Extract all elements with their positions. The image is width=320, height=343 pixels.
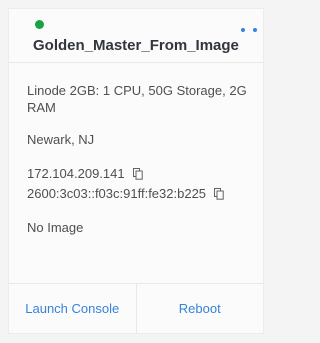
ipv4-row: 172.104.209.141 xyxy=(27,165,143,184)
copy-icon[interactable] xyxy=(132,167,143,184)
linode-title[interactable]: Golden_Master_From_Image xyxy=(33,37,239,54)
plan-info: Linode 2GB: 1 CPU, 50G Storage, 2G RAM xyxy=(27,83,247,115)
region-info: Newark, NJ xyxy=(27,132,95,147)
ipv4-address: 172.104.209.141 xyxy=(27,166,125,181)
linode-card: Golden_Master_From_Image Linode 2GB: 1 C… xyxy=(8,8,264,334)
ipv6-address: 2600:3c03::f03c:91ff:fe32:b225 xyxy=(27,186,207,201)
card-footer: Launch Console Reboot xyxy=(9,283,263,333)
status-indicator xyxy=(35,20,44,29)
more-horizontal-icon-dot xyxy=(253,28,257,32)
card-header: Golden_Master_From_Image xyxy=(9,9,263,63)
more-actions-button[interactable] xyxy=(241,23,257,37)
launch-console-button[interactable]: Launch Console xyxy=(9,284,136,333)
ipv6-row: 2600:3c03::f03c:91ff:fe32:b225 xyxy=(27,185,224,204)
copy-icon[interactable] xyxy=(214,187,224,204)
image-info: No Image xyxy=(27,220,84,235)
more-horizontal-icon xyxy=(241,28,245,32)
reboot-button[interactable]: Reboot xyxy=(135,284,264,333)
